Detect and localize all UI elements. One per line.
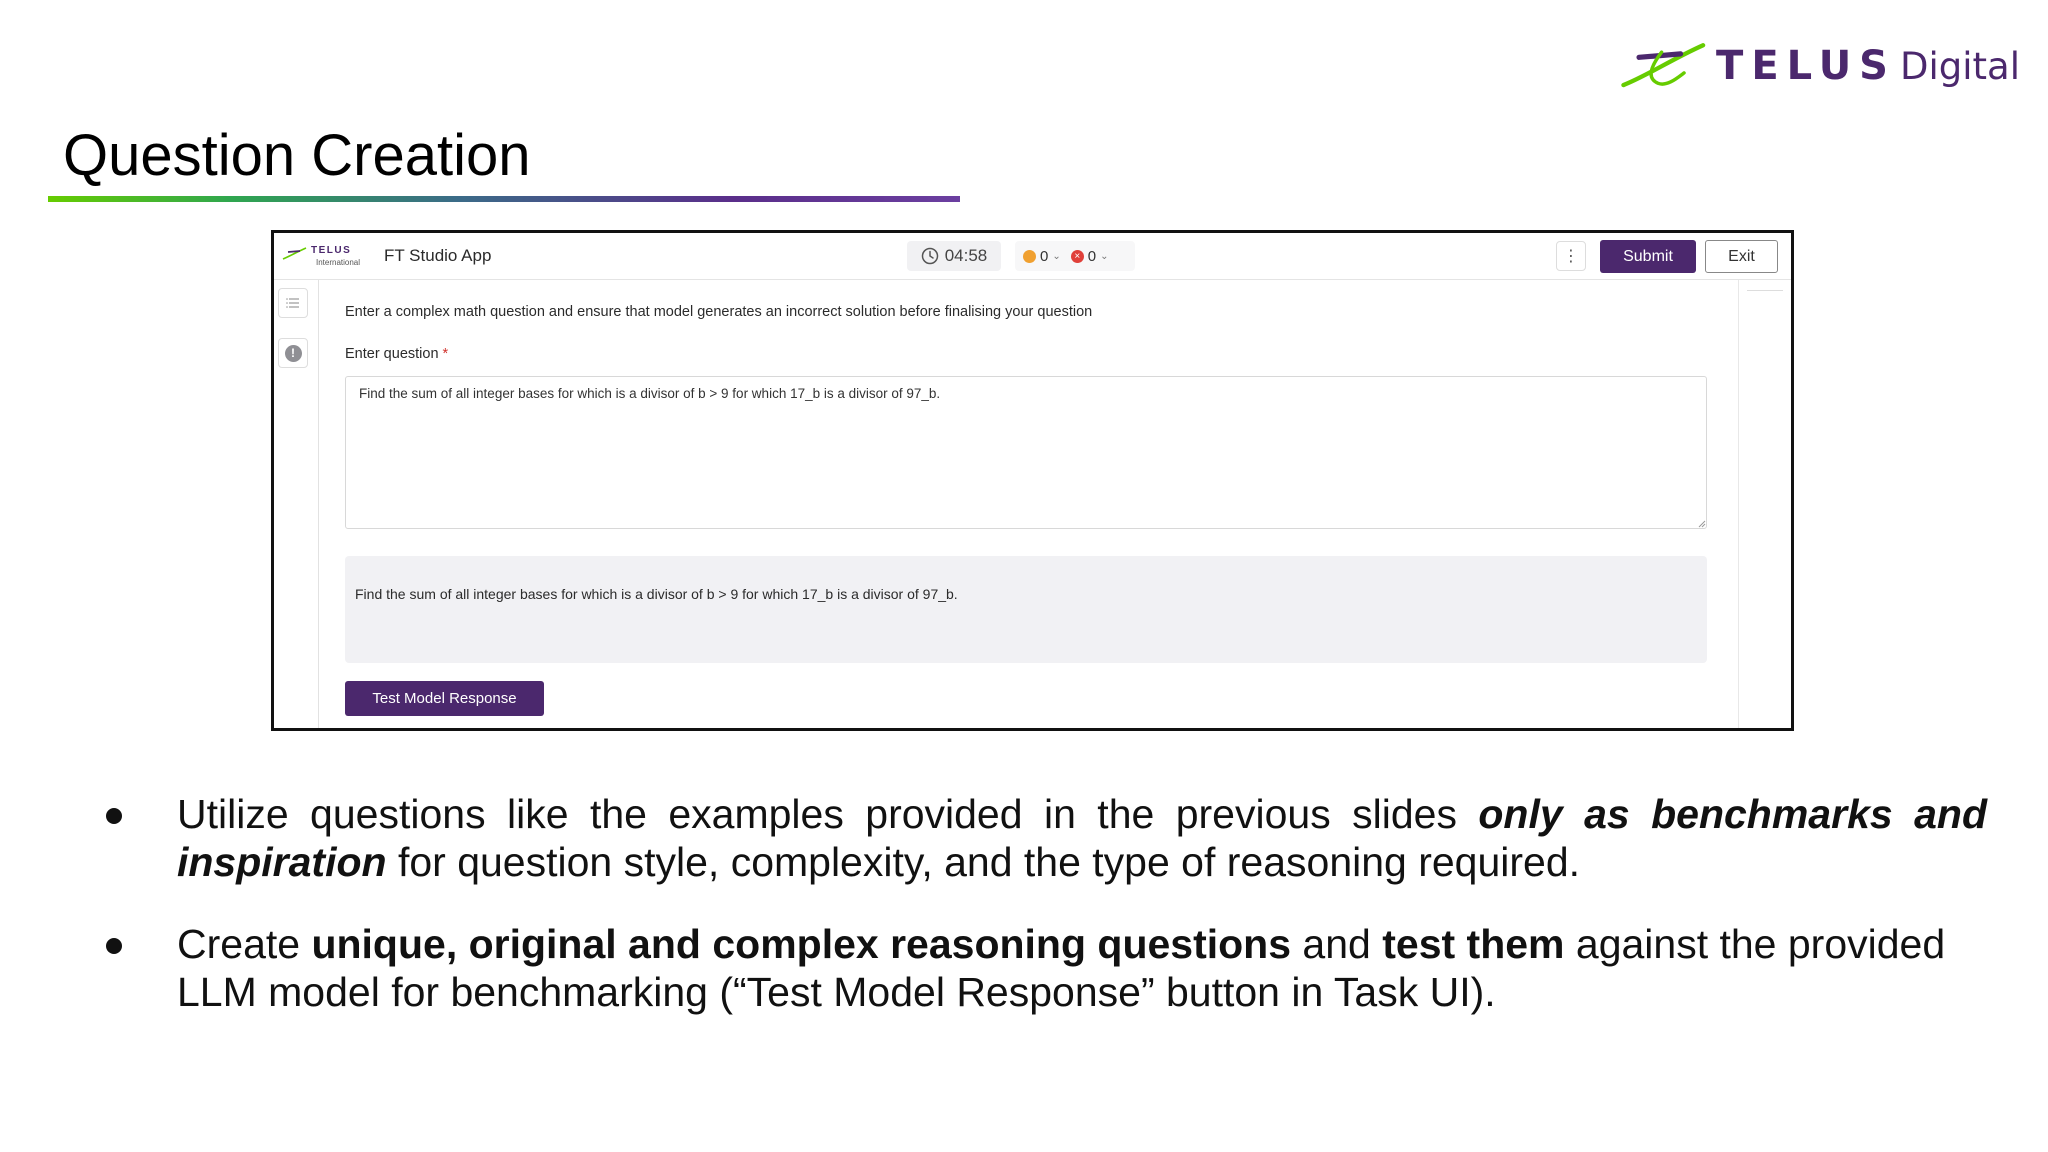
- page-title: Question Creation: [63, 123, 531, 188]
- question-input[interactable]: Find the sum of all integer bases for wh…: [345, 376, 1707, 529]
- issue-counters[interactable]: 0 ⌄ × 0 ⌄: [1015, 241, 1135, 271]
- bullet-text-part: Utilize questions like the examples prov…: [177, 791, 1479, 837]
- slide: TELUS Digital Question Creation TELUS In…: [0, 0, 2048, 1152]
- bullet-icon: [106, 808, 122, 824]
- warning-icon: [1023, 249, 1036, 263]
- divider: [1747, 290, 1783, 291]
- brand-suffix: Digital: [1900, 44, 2020, 88]
- chevron-down-icon[interactable]: ⌄: [1100, 251, 1108, 262]
- warning-count: 0: [1040, 247, 1049, 265]
- bullet-text: Utilize questions like the examples prov…: [177, 790, 1987, 886]
- bullet-text-part: and: [1291, 921, 1383, 967]
- bullet-icon: [106, 938, 122, 954]
- question-label: Enter question *: [345, 346, 448, 362]
- clock-icon: [921, 247, 938, 265]
- list-icon: [286, 298, 299, 308]
- app-logo-sub: International: [316, 258, 361, 267]
- list-view-button[interactable]: [278, 288, 308, 318]
- telus-swoosh-icon: [1621, 43, 1706, 88]
- bullet-emphasis: test them: [1382, 921, 1565, 967]
- telus-digital-logo: TELUS Digital: [1620, 36, 2020, 96]
- title-underline: [48, 196, 960, 202]
- app-header: TELUS International FT Studio App 04:58 …: [274, 233, 1791, 280]
- bullet-text-part: Create: [177, 921, 312, 967]
- bullet-text: Create unique, original and complex reas…: [177, 920, 1987, 1016]
- question-label-text: Enter question: [345, 346, 439, 362]
- resize-handle-icon[interactable]: [1698, 520, 1706, 528]
- submit-button[interactable]: Submit: [1600, 240, 1696, 273]
- exit-button[interactable]: Exit: [1705, 240, 1778, 273]
- timer: 04:58: [907, 241, 1001, 271]
- right-rail: [1738, 280, 1791, 728]
- info-button[interactable]: !: [278, 338, 308, 368]
- app-logo: TELUS International: [282, 243, 364, 271]
- bullet-text-part: for question style, complexity, and the …: [386, 839, 1581, 885]
- brand-name: TELUS: [1716, 43, 1896, 89]
- left-rail: !: [274, 280, 319, 728]
- error-icon: ×: [1070, 249, 1084, 263]
- chevron-down-icon[interactable]: ⌄: [1052, 251, 1060, 262]
- error-count: 0: [1087, 247, 1097, 265]
- task-ui-screenshot: TELUS International FT Studio App 04:58 …: [271, 230, 1794, 731]
- question-preview: Find the sum of all integer bases for wh…: [345, 556, 1707, 663]
- app-name: FT Studio App: [384, 246, 492, 265]
- timer-value: 04:58: [944, 246, 988, 265]
- bullet-emphasis: unique, original and complex reasoning q…: [311, 921, 1292, 967]
- task-instruction: Enter a complex math question and ensure…: [345, 304, 1093, 320]
- app-logo-name: TELUS: [311, 245, 352, 256]
- test-model-response-button[interactable]: Test Model Response: [345, 681, 544, 716]
- more-options-icon[interactable]: ⋮: [1556, 241, 1586, 271]
- info-icon: !: [284, 344, 302, 362]
- telus-swoosh-icon: [282, 247, 307, 260]
- required-marker: *: [442, 346, 449, 362]
